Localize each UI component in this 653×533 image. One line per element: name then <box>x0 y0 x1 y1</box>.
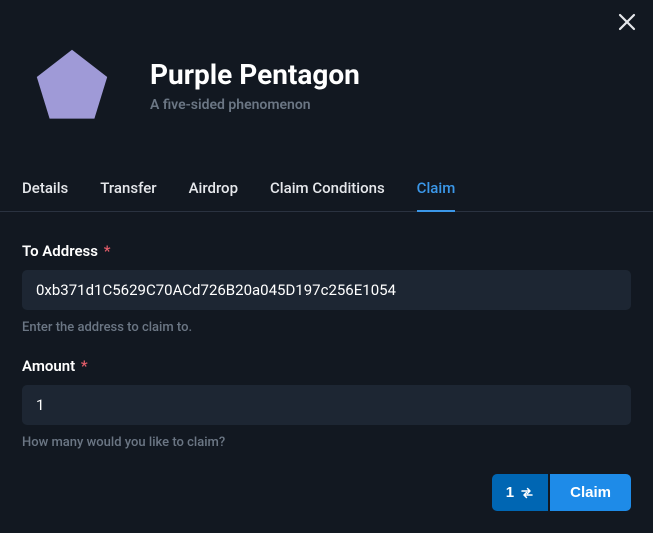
tab-details[interactable]: Details <box>22 179 68 212</box>
quantity-value: 1 <box>506 484 514 501</box>
modal-title: Purple Pentagon <box>150 58 631 91</box>
to-address-label-text: To Address <box>22 242 98 260</box>
amount-help: How many would you like to claim? <box>22 435 631 450</box>
to-address-help: Enter the address to claim to. <box>22 320 631 335</box>
tab-transfer[interactable]: Transfer <box>100 179 156 212</box>
amount-label-text: Amount <box>22 357 75 375</box>
amount-field-group: Amount * How many would you like to clai… <box>22 357 631 450</box>
close-button[interactable] <box>615 10 639 34</box>
token-image <box>22 35 122 135</box>
close-icon <box>618 13 636 31</box>
amount-input[interactable] <box>22 385 631 425</box>
modal-subtitle: A five-sided phenomenon <box>150 97 631 113</box>
tab-airdrop[interactable]: Airdrop <box>189 179 238 212</box>
tab-claim-conditions[interactable]: Claim Conditions <box>270 179 385 212</box>
swap-icon <box>520 486 534 500</box>
claim-form: To Address * Enter the address to claim … <box>0 212 653 494</box>
to-address-label: To Address * <box>22 242 631 260</box>
pentagon-icon <box>32 45 112 125</box>
to-address-input[interactable] <box>22 270 631 310</box>
required-marker: * <box>104 242 111 260</box>
amount-label: Amount * <box>22 357 631 375</box>
to-address-field-group: To Address * Enter the address to claim … <box>22 242 631 335</box>
claim-button[interactable]: Claim <box>550 474 631 511</box>
quantity-button[interactable]: 1 <box>492 474 548 511</box>
footer-actions: 1 Claim <box>492 474 631 511</box>
modal-header: Purple Pentagon A five-sided phenomenon <box>0 0 653 155</box>
tab-claim[interactable]: Claim <box>417 179 456 212</box>
title-block: Purple Pentagon A five-sided phenomenon <box>150 58 631 113</box>
required-marker: * <box>81 357 88 375</box>
tab-bar: Details Transfer Airdrop Claim Condition… <box>0 155 653 212</box>
